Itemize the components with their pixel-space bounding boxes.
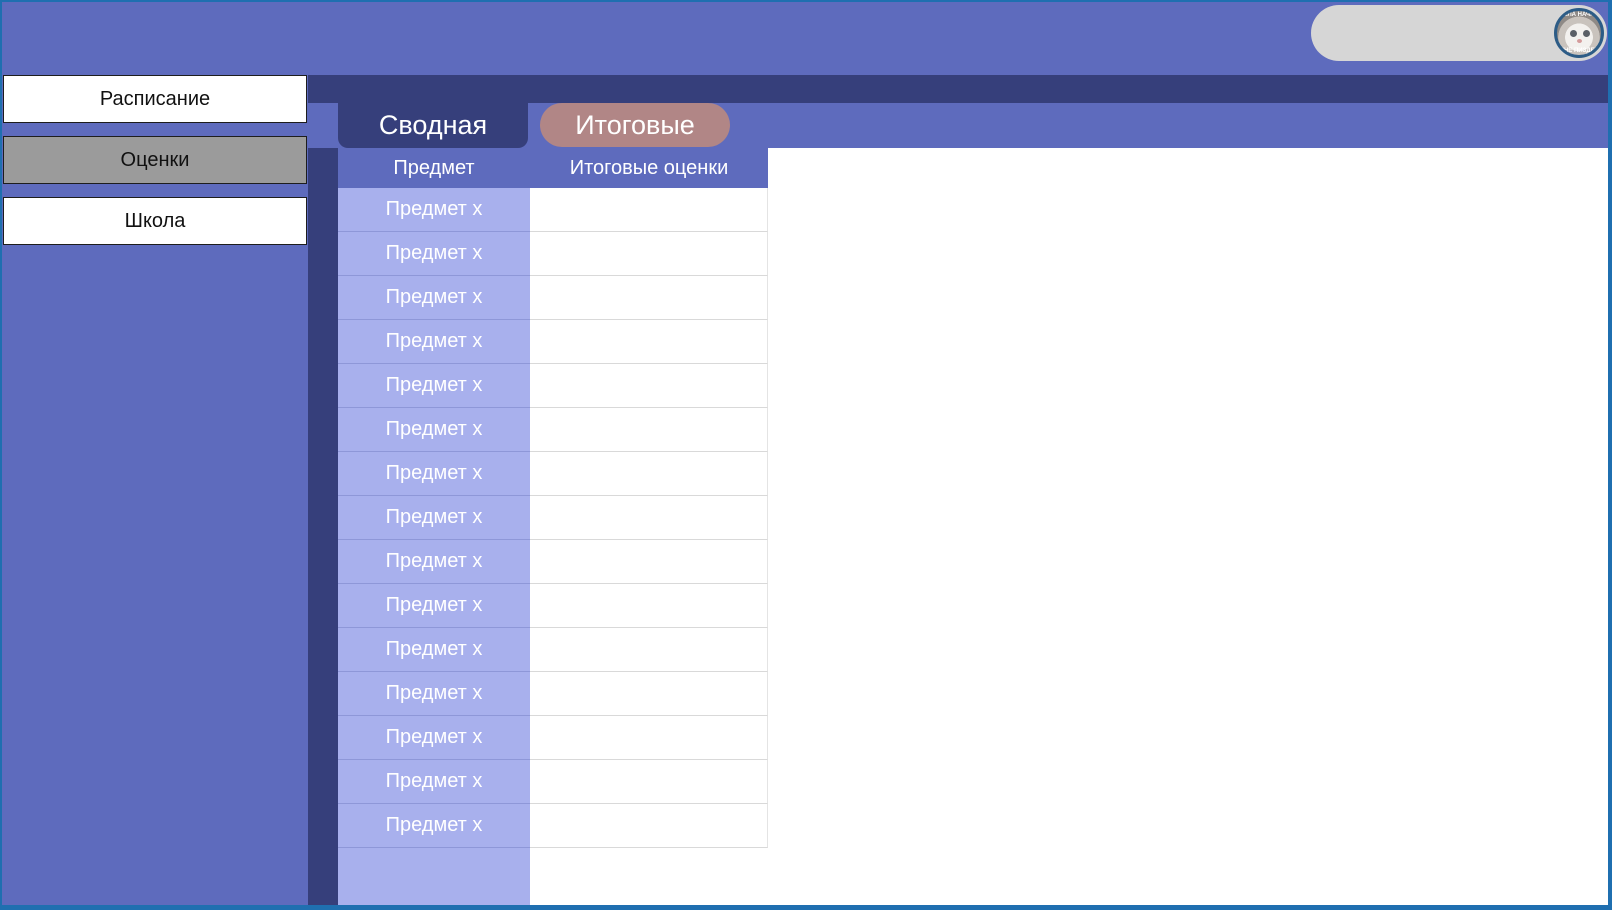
- final-grade-cell[interactable]: [530, 672, 768, 716]
- table-row: Предмет х: [338, 540, 768, 584]
- table-row: Предмет х: [338, 232, 768, 276]
- final-grade-cell[interactable]: [530, 188, 768, 232]
- avatar-nose: [1577, 39, 1582, 43]
- tab-final[interactable]: Итоговые: [540, 103, 730, 147]
- final-grade-cell[interactable]: [530, 408, 768, 452]
- table-row: Предмет х: [338, 584, 768, 628]
- avatar-caption-bottom: МНЕ ПИЗДЕЦ: [1558, 48, 1600, 54]
- sidebar-item-grades[interactable]: Оценки: [3, 136, 307, 184]
- subject-cell: Предмет х: [338, 276, 530, 320]
- final-grade-cell[interactable]: [530, 276, 768, 320]
- main-panel: Сводная Итоговые Предмет Итоговые оценки…: [308, 75, 1608, 905]
- subject-cell: Предмет х: [338, 540, 530, 584]
- final-grade-cell[interactable]: [530, 232, 768, 276]
- table-row: Предмет х: [338, 320, 768, 364]
- table-row: Предмет х: [338, 408, 768, 452]
- final-grade-cell[interactable]: [530, 760, 768, 804]
- avatar-eye-right: [1583, 30, 1590, 37]
- final-grade-cell[interactable]: [530, 628, 768, 672]
- final-grade-cell[interactable]: [530, 364, 768, 408]
- subject-cell: Предмет х: [338, 760, 530, 804]
- table-row: Предмет х: [338, 188, 768, 232]
- table-row: Предмет х: [338, 364, 768, 408]
- final-grade-cell[interactable]: [530, 540, 768, 584]
- subject-cell: Предмет х: [338, 320, 530, 364]
- sidebar-item-school[interactable]: Школа: [3, 197, 307, 245]
- subject-cell: Предмет х: [338, 584, 530, 628]
- table-row: Предмет х: [338, 672, 768, 716]
- subject-cell: Предмет х: [338, 804, 530, 848]
- top-header: КОЛА НАЧАЛ МНЕ ПИЗДЕЦ: [2, 2, 1608, 75]
- subject-cell: Предмет х: [338, 452, 530, 496]
- header-final-grades: Итоговые оценки: [569, 156, 729, 179]
- subject-cell: Предмет х: [338, 672, 530, 716]
- profile-pill[interactable]: КОЛА НАЧАЛ МНЕ ПИЗДЕЦ: [1311, 5, 1607, 61]
- subject-cell: Предмет х: [338, 232, 530, 276]
- table-row: Предмет х: [338, 760, 768, 804]
- subject-cell: Предмет х: [338, 716, 530, 760]
- subject-cell: Предмет х: [338, 408, 530, 452]
- table-row: Предмет х: [338, 804, 768, 848]
- table-row: Предмет х: [338, 276, 768, 320]
- final-grade-cell[interactable]: [530, 496, 768, 540]
- avatar-caption-top: КОЛА НАЧАЛ: [1559, 12, 1599, 18]
- tab-summary[interactable]: Сводная: [338, 103, 528, 148]
- subject-cell: Предмет х: [338, 364, 530, 408]
- subject-cell: Предмет х: [338, 496, 530, 540]
- table-row: Предмет х: [338, 628, 768, 672]
- header-subject: Предмет: [393, 156, 475, 179]
- grades-table: Предмет Итоговые оценки Предмет х Предмет…: [338, 148, 1608, 905]
- subject-cell: Предмет х: [338, 628, 530, 672]
- sidebar: Расписание Оценки Школа: [2, 75, 308, 905]
- avatar-eye-left: [1570, 30, 1577, 37]
- final-grade-cell[interactable]: [530, 320, 768, 364]
- subject-cell: Предмет х: [338, 188, 530, 232]
- table-row: Предмет х: [338, 716, 768, 760]
- final-grade-cell[interactable]: [530, 804, 768, 848]
- app-window: КОЛА НАЧАЛ МНЕ ПИЗДЕЦ Расписание Оценки …: [0, 0, 1612, 910]
- final-grade-cell[interactable]: [530, 584, 768, 628]
- avatar[interactable]: КОЛА НАЧАЛ МНЕ ПИЗДЕЦ: [1554, 8, 1604, 58]
- final-grade-cell[interactable]: [530, 716, 768, 760]
- sidebar-item-schedule[interactable]: Расписание: [3, 75, 307, 123]
- table-row: Предмет х: [338, 496, 768, 540]
- table-row: Предмет х: [338, 452, 768, 496]
- final-grade-cell[interactable]: [530, 452, 768, 496]
- table-header: Предмет Итоговые оценки: [338, 148, 768, 188]
